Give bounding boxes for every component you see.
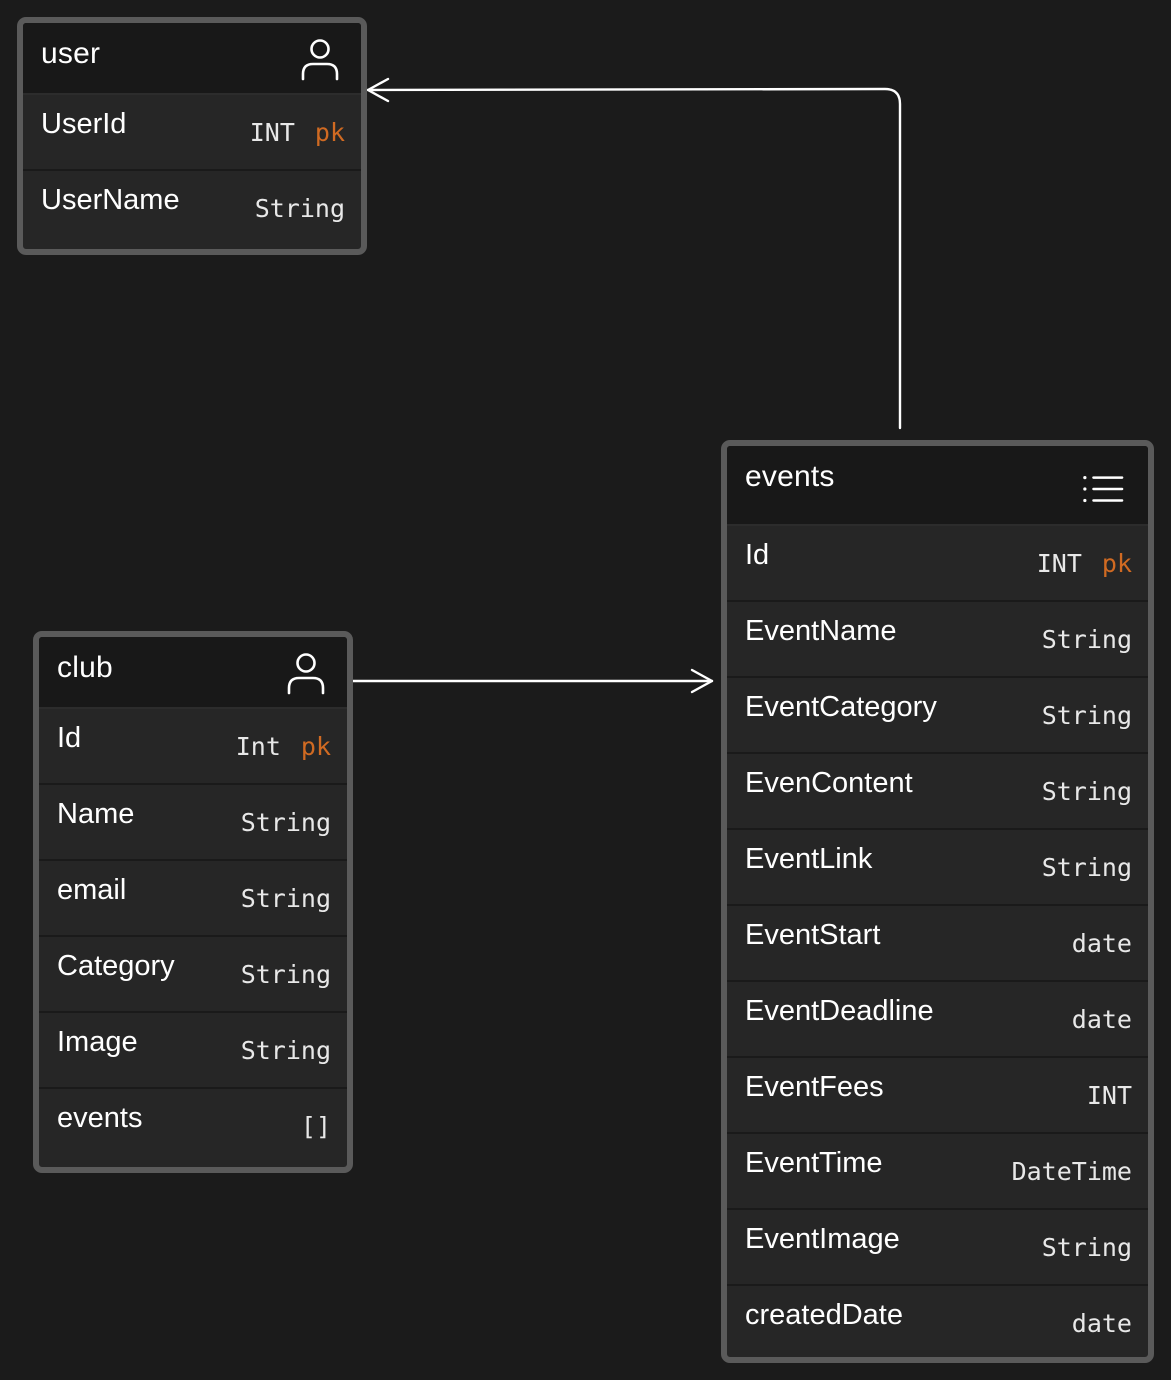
field-name: Image [57,1026,138,1058]
field-name: EventCategory [745,691,937,723]
primary-key-badge: pk [1101,549,1132,578]
field-name: EventName [745,615,897,647]
field-row[interactable]: EvenContent String [727,754,1148,830]
field-type: [] [300,1112,331,1141]
field-row[interactable]: EventStart date [727,906,1148,982]
table-header[interactable]: events [727,446,1148,526]
field-type: String [1041,701,1132,730]
field-name: EventImage [745,1223,900,1255]
field-row[interactable]: EventFees INT [727,1058,1148,1134]
list-icon [1083,475,1124,503]
table-title: events [745,460,835,493]
field-list: UserId INT pk UserName String [23,95,361,247]
field-name: EventTime [745,1147,883,1179]
field-type: date [1071,1309,1132,1338]
field-type-label: INT [249,118,295,147]
field-name: email [57,874,127,906]
field-type: String [240,1036,331,1065]
field-name: EventLink [745,843,873,875]
field-name: createdDate [745,1299,903,1331]
field-row[interactable]: Id INT pk [727,526,1148,602]
field-type: String [240,960,331,989]
table-header[interactable]: club [39,637,347,709]
field-type: date [1071,1005,1132,1034]
field-row[interactable]: EventName String [727,602,1148,678]
field-type: INT [1086,1081,1132,1110]
field-type: String [1041,777,1132,806]
field-type-label: INT [1036,549,1082,578]
table-title: club [57,651,113,684]
field-row[interactable]: UserId INT pk [23,95,361,171]
field-type: String [240,884,331,913]
field-row[interactable]: Image String [39,1013,347,1089]
field-name: EventDeadline [745,995,934,1027]
field-name: Id [57,722,82,754]
field-type: String [254,194,345,223]
field-row[interactable]: EventTime DateTime [727,1134,1148,1210]
field-type: String [1041,853,1132,882]
field-type: String [1041,1233,1132,1262]
field-row[interactable]: createdDate date [727,1286,1148,1357]
user-icon [301,39,339,81]
field-list: Id INT pk EventName String EventCategory … [727,526,1148,1357]
field-type: String [1041,625,1132,654]
field-row[interactable]: UserName String [23,171,361,247]
field-row[interactable]: Category String [39,937,347,1013]
field-type: String [240,808,331,837]
table-events[interactable]: events Id INT pk EventName String EventCa… [721,440,1154,1363]
field-name: EventStart [745,919,881,951]
field-name: UserName [41,184,180,216]
field-name: EvenContent [745,767,913,799]
field-type: INT pk [250,118,345,147]
field-name: Id [745,539,770,571]
field-row[interactable]: email String [39,861,347,937]
connector-events-to-user [366,87,902,430]
field-name: Category [57,950,175,982]
field-row[interactable]: EventDeadline date [727,982,1148,1058]
arrowhead-events [690,668,714,694]
table-user[interactable]: user UserId INT pk UserName String [17,17,367,255]
field-type: Int pk [236,732,331,761]
field-row[interactable]: Id Int pk [39,709,347,785]
primary-key-badge: pk [314,118,345,147]
field-list: Id Int pk Name String email String Catego… [39,709,347,1165]
arrowhead-user [366,77,390,103]
field-name: Name [57,798,135,830]
field-row[interactable]: EventLink String [727,830,1148,906]
field-name: EventFees [745,1071,884,1103]
field-type: date [1071,929,1132,958]
field-type-label: Int [235,732,281,761]
field-row[interactable]: Name String [39,785,347,861]
table-title: user [41,37,101,70]
table-club[interactable]: club Id Int pk Name String email String C… [33,631,353,1173]
primary-key-badge: pk [300,732,331,761]
field-type: DateTime [1011,1157,1132,1186]
field-name: UserId [41,108,127,140]
field-row[interactable]: EventCategory String [727,678,1148,754]
field-name: events [57,1102,143,1134]
field-row[interactable]: events [] [39,1089,347,1165]
field-row[interactable]: EventImage String [727,1210,1148,1286]
user-icon [287,653,325,695]
table-header[interactable]: user [23,23,361,95]
field-type: INT pk [1037,549,1132,578]
